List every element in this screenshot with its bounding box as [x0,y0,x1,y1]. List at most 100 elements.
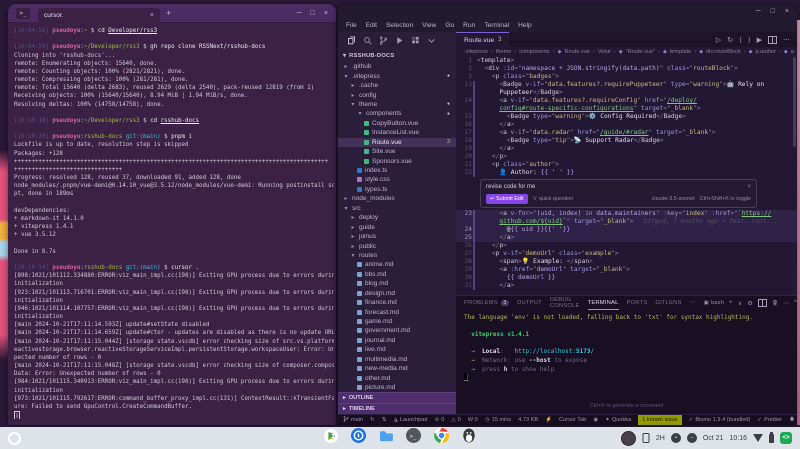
tree-item-Site.vue[interactable]: Site.vue [338,147,456,156]
tree-item-forecast.md[interactable]: forecast.md [338,307,456,316]
status-item-cursor-tab[interactable]: Cursor Tab [559,417,586,423]
status-item-biome-1-9-4-bundled-[interactable]: ✓Biome 1.9.4 (bundled) [689,417,751,423]
extensions-icon[interactable] [411,36,420,47]
menu-edit[interactable]: Edit [366,22,377,29]
status-item-0[interactable]: ⊘0 [435,417,445,423]
split-editor-icon[interactable] [768,36,777,44]
close-icon[interactable]: × [324,10,328,17]
debug-icon[interactable] [395,36,404,47]
status-item-face[interactable]: ◉ [593,417,598,423]
tab-close-icon[interactable]: × [150,12,154,19]
breadcrumb-item[interactable]: Vetur [598,49,611,55]
panel-tab-gitlens[interactable]: GITLENS [655,296,681,310]
tree-item-.github[interactable]: ▸.github [338,62,456,71]
status-item-compare[interactable]: ⇅ [382,417,387,423]
avatar[interactable] [621,431,636,446]
submit-edit-button[interactable]: ↵ Submit Edit [486,194,528,204]
status-item-prettier[interactable]: ✓Prettier [757,417,782,423]
tree-item-guide[interactable]: ▸guide [338,222,456,231]
files-app-icon[interactable] [379,429,393,447]
tree-item-components[interactable]: ▾components● [338,109,456,118]
status-item-4-73-kb[interactable]: 4.73 KB [518,417,538,423]
breadcrumb-item[interactable]: components [519,49,549,55]
linux-app-icon[interactable] [462,428,476,448]
date-label[interactable]: Oct 21 [703,435,724,442]
breadcrumb-item[interactable]: "Route.vue" [626,49,655,55]
tree-item-types.ts[interactable]: types.ts [338,185,456,194]
menu-go[interactable]: Go [445,22,454,29]
tree-item-.vitepress[interactable]: ▾.vitepress● [338,71,456,80]
panel-tab-debug-console[interactable]: DEBUG CONSOLE [550,296,580,310]
navigate-forward-icon[interactable]: ⟩ [748,36,751,44]
tree-item-node_modules[interactable]: ▸node_modules [338,194,456,203]
tree-item-bbs.md[interactable]: bbs.md [338,270,456,279]
tree-item-finance.md[interactable]: finance.md [338,298,456,307]
panel-tab-output[interactable]: OUTPUT [517,296,542,310]
tree-item-design.md[interactable]: design.md [338,289,456,298]
maximize-icon[interactable]: □ [311,10,315,17]
inline-chat-input[interactable]: revise code for me [486,183,535,191]
time-label[interactable]: 10:16 [729,435,747,442]
menu-view[interactable]: View [422,22,436,29]
chevron-down-icon[interactable]: ∨ [738,300,743,307]
tree-item-Sponsors.vue[interactable]: Sponsors.vue [338,156,456,165]
status-item-quokka[interactable]: ✦Quokka [605,417,631,423]
tree-item-InstanceList.vue[interactable]: InstanceList.vue [338,128,456,137]
panel-tab-ports[interactable]: PORTS [627,296,648,310]
menu-selection[interactable]: Selection [386,22,413,29]
model-label[interactable]: claude-3.5-sonnet [652,195,695,203]
close-icon[interactable]: × [747,183,751,191]
breadcrumb-item[interactable]: a [791,49,794,55]
tree-item-other.md[interactable]: other.md [338,373,456,382]
phone-hub-icon[interactable] [642,433,650,443]
more-icon[interactable]: ⋯ [783,300,789,307]
navigate-back-icon[interactable]: ⟨ [739,36,742,44]
sync-icon[interactable]: ↻ [727,36,733,44]
status-item-1-known-issue[interactable]: 1 known issue [638,415,681,425]
tree-item-config[interactable]: ▸config [338,90,456,99]
menu-terminal[interactable]: Terminal [484,22,509,29]
do-not-disturb-icon[interactable]: – [687,433,697,443]
chevron-down-icon[interactable] [427,36,436,47]
minimize-icon[interactable]: ─ [756,8,761,15]
notification-icon[interactable]: • [671,433,681,443]
editor-tab[interactable]: Route.vue 3 [456,32,509,47]
tree-item-joinus[interactable]: ▸joinus [338,232,456,241]
new-tab-button[interactable]: + [166,8,171,18]
code-editor[interactable]: 1<template>2 <div :id="namespace + JSON.… [456,57,797,295]
tree-item-anime.md[interactable]: anime.md [338,260,456,269]
status-item-sync[interactable]: ↻ [370,417,375,423]
breadcrumb[interactable]: .vitepress›theme›components›◆Route.vue›V… [456,47,797,57]
tree-item-live.md[interactable]: live.md [338,345,456,354]
panel-terminal[interactable]: The language 'env' is not loaded, fallin… [456,310,797,403]
system-tray[interactable]: 2H • – Oct 21 10:16 <> [621,431,792,446]
status-item-15-mins[interactable]: ◷15 mins [485,417,511,423]
breadcrumb-item[interactable]: .vitepress [464,49,488,55]
menu-help[interactable]: Help [518,22,532,29]
tree-item-index.ts[interactable]: index.ts [338,166,456,175]
menu-file[interactable]: File [346,22,357,29]
tree-item-picture.md[interactable]: picture.md [338,383,456,392]
status-item-zap[interactable]: ⚡ [545,417,552,423]
play-store-app-icon[interactable] [324,429,338,448]
panel-tab-⋯[interactable]: ⋯ [690,296,696,310]
trash-icon[interactable] [772,299,778,308]
files-icon[interactable] [347,36,356,47]
terminal-app-icon[interactable]: >_ [406,428,421,448]
tree-item-src[interactable]: ▾src [338,204,456,213]
new-terminal-icon[interactable]: + [729,300,733,306]
workspace-header[interactable]: ▾ RSSHUB-DOCS [338,50,456,62]
settings-gear-icon[interactable]: ⚙ [747,300,753,307]
tree-item-Route.vue[interactable]: Route.vue3 [338,138,456,147]
chrome-app-icon[interactable] [434,428,449,448]
source-control-icon[interactable] [379,36,388,47]
minimize-icon[interactable]: ─ [297,10,302,17]
tree-item-journal.md[interactable]: journal.md [338,336,456,345]
tree-item-theme[interactable]: ▾theme● [338,100,456,109]
tree-item-.cache[interactable]: ▸.cache [338,81,456,90]
status-item-main[interactable]: main [343,416,363,424]
menu-run[interactable]: Run [463,22,475,29]
tree-item-style.css[interactable]: style.css [338,175,456,184]
tree-item-routes[interactable]: ▾routes [338,251,456,260]
tree-item-government.md[interactable]: government.md [338,326,456,335]
